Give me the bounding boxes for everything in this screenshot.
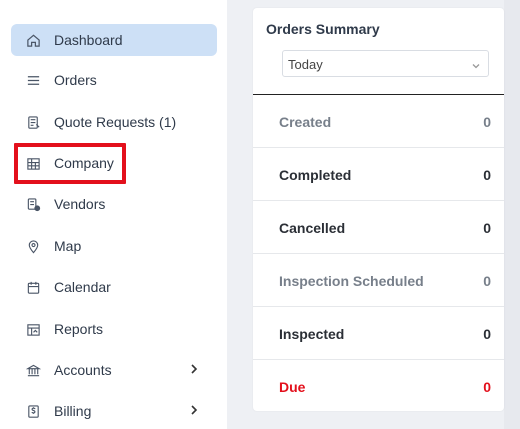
map-pin-icon bbox=[25, 238, 41, 254]
chevron-down-icon bbox=[471, 59, 481, 69]
summary-row-completed[interactable]: Completed 0 bbox=[253, 148, 504, 201]
sidebar-item-label: Billing bbox=[54, 403, 92, 419]
chevron-right-icon[interactable] bbox=[187, 403, 201, 417]
sidebar-item-vendors[interactable]: Vendors bbox=[11, 188, 217, 220]
summary-row-label: Inspected bbox=[279, 326, 345, 342]
sidebar-item-dashboard[interactable]: Dashboard bbox=[11, 24, 217, 56]
sidebar-item-label: Dashboard bbox=[54, 32, 123, 48]
chevron-right-icon[interactable] bbox=[187, 362, 201, 376]
sidebar-item-map[interactable]: Map bbox=[11, 230, 217, 262]
period-select-value: Today bbox=[288, 57, 323, 72]
sidebar-item-label: Reports bbox=[54, 321, 104, 337]
calendar-icon bbox=[25, 279, 41, 295]
summary-row-value: 0 bbox=[483, 273, 491, 289]
orders-summary-card: Orders Summary Today Created 0 Completed… bbox=[253, 8, 504, 411]
sidebar-item-label: Company bbox=[54, 155, 114, 171]
summary-row-due[interactable]: Due 0 bbox=[253, 360, 504, 413]
summary-row-value: 0 bbox=[483, 379, 491, 395]
summary-row-value: 0 bbox=[483, 114, 491, 130]
list-icon bbox=[25, 72, 41, 88]
card-title: Orders Summary bbox=[266, 21, 380, 37]
summary-row-value: 0 bbox=[483, 326, 491, 342]
billing-icon bbox=[25, 403, 41, 419]
summary-row-inspection-scheduled[interactable]: Inspection Scheduled 0 bbox=[253, 254, 504, 307]
building-icon bbox=[25, 155, 41, 171]
summary-row-value: 0 bbox=[483, 220, 491, 236]
bank-icon bbox=[25, 362, 41, 378]
summary-row-cancelled[interactable]: Cancelled 0 bbox=[253, 201, 504, 254]
summary-row-inspected[interactable]: Inspected 0 bbox=[253, 307, 504, 360]
summary-row-value: 0 bbox=[483, 167, 491, 183]
sidebar-item-label: Map bbox=[54, 238, 82, 254]
reports-icon bbox=[25, 321, 41, 337]
vendor-icon bbox=[25, 196, 41, 212]
quote-icon bbox=[25, 114, 41, 130]
sidebar-item-calendar[interactable]: Calendar bbox=[11, 271, 217, 303]
sidebar-item-orders[interactable]: Orders bbox=[11, 64, 217, 96]
sidebar-item-label: Calendar bbox=[54, 279, 111, 295]
summary-row-label: Completed bbox=[279, 167, 352, 183]
summary-row-label: Created bbox=[279, 114, 332, 130]
summary-row-label: Due bbox=[279, 379, 306, 395]
home-icon bbox=[25, 32, 41, 48]
sidebar-item-label: Accounts bbox=[54, 362, 112, 378]
sidebar-item-billing[interactable]: Billing bbox=[11, 395, 217, 427]
sidebar-item-label: Quote Requests (1) bbox=[54, 114, 177, 130]
summary-row-label: Inspection Scheduled bbox=[279, 273, 424, 289]
sidebar-item-company[interactable]: Company bbox=[11, 147, 217, 179]
summary-row-label: Cancelled bbox=[279, 220, 346, 236]
sidebar-item-label: Vendors bbox=[54, 196, 106, 212]
sidebar-item-label: Orders bbox=[54, 72, 97, 88]
sidebar-item-quote-requests[interactable]: Quote Requests (1) bbox=[11, 106, 217, 138]
summary-row-created[interactable]: Created 0 bbox=[253, 95, 504, 148]
page-edge bbox=[504, 0, 520, 429]
period-select[interactable]: Today bbox=[282, 50, 489, 77]
sidebar-item-accounts[interactable]: Accounts bbox=[11, 354, 217, 386]
sidebar-item-reports[interactable]: Reports bbox=[11, 313, 217, 345]
sidebar: Dashboard Orders Quote Requests (1) Comp… bbox=[0, 0, 227, 429]
